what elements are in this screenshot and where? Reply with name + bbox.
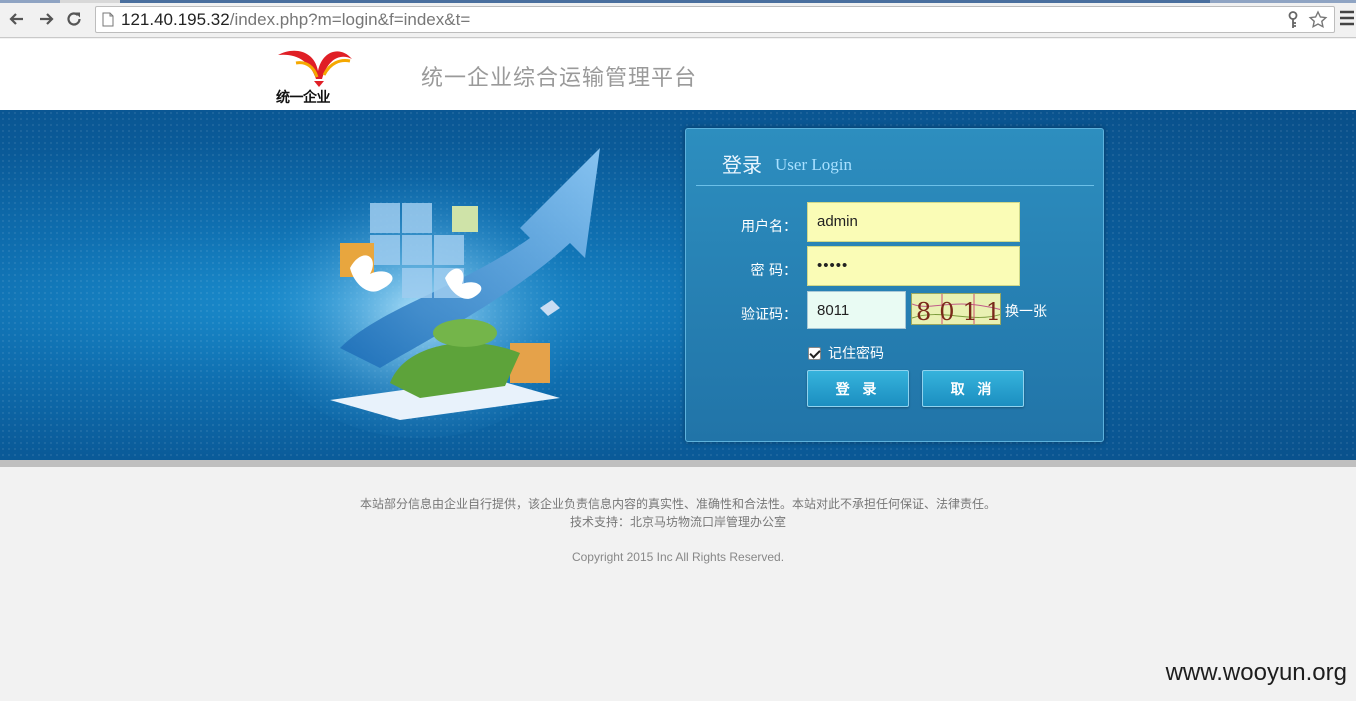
- back-arrow-icon: [9, 13, 23, 25]
- back-button[interactable]: [6, 8, 28, 30]
- url-path: /index.php?m=login&f=index&t=: [229, 10, 471, 29]
- login-divider: [696, 185, 1094, 186]
- login-button[interactable]: 登 录: [807, 370, 909, 407]
- key-icon[interactable]: [1286, 11, 1300, 29]
- username-label: 用户名：: [741, 219, 797, 235]
- banner-illustration: [250, 148, 600, 438]
- footer-disclaimer: 本站部分信息由企业自行提供，该企业负责信息内容的真实性、准确性和合法性。本站对此…: [359, 497, 996, 511]
- captcha-text: 8011: [916, 298, 1001, 325]
- captcha-label: 验证码：: [741, 307, 797, 323]
- forward-arrow-icon: [40, 13, 54, 25]
- bookmark-star-icon[interactable]: [1308, 10, 1328, 30]
- site-header: 统一企业 统一企业综合运输管理平台: [0, 39, 1356, 110]
- menu-icon[interactable]: [1340, 10, 1354, 26]
- login-subtitle: User Login: [775, 155, 852, 174]
- watermark: www.wooyun.org: [1165, 659, 1347, 686]
- username-input[interactable]: admin: [807, 202, 1020, 242]
- remember-checkbox[interactable]: [808, 346, 821, 360]
- refresh-captcha-link[interactable]: 换一张: [1005, 301, 1047, 321]
- banner-bottom-border: [0, 460, 1356, 467]
- site-footer: 本站部分信息由企业自行提供，该企业负责信息内容的真实性、准确性和合法性。本站对此…: [0, 467, 1356, 701]
- address-bar[interactable]: 121.40.195.32/index.php?m=login&f=index&…: [95, 6, 1335, 33]
- site-title: 统一企业综合运输管理平台: [421, 66, 698, 91]
- company-logo: 统一企业: [274, 45, 364, 106]
- forward-button[interactable]: [35, 8, 57, 30]
- remember-label: 记住密码: [828, 346, 884, 362]
- logo-emblem-icon: [278, 50, 352, 87]
- cancel-button[interactable]: 取 消: [922, 370, 1024, 407]
- footer-copyright: Copyright 2015 Inc All Rights Reserved.: [571, 550, 785, 564]
- footer-support: 技术支持：北京马坊物流口岸管理办公室: [569, 515, 786, 529]
- reload-icon: [67, 12, 81, 26]
- page-icon: [102, 12, 114, 27]
- reload-button[interactable]: [63, 8, 85, 30]
- captcha-input[interactable]: 8011: [807, 291, 906, 329]
- remember-password[interactable]: 记住密码: [808, 343, 884, 363]
- login-panel: 登录 User Login 用户名： admin 密 码： ••••• 验证码：…: [685, 128, 1104, 442]
- tab-strip: [0, 0, 1356, 3]
- captcha-graphic: 8011: [912, 294, 1001, 325]
- url-host: 121.40.195.32: [121, 10, 230, 29]
- browser-toolbar: 121.40.195.32/index.php?m=login&f=index&…: [0, 0, 1356, 38]
- url-text: 121.40.195.32/index.php?m=login&f=index&…: [121, 10, 470, 30]
- logo-text: 统一企业: [276, 90, 331, 106]
- password-input[interactable]: •••••: [807, 246, 1020, 286]
- password-label: 密 码：: [750, 263, 797, 279]
- login-title: 登录: [722, 153, 762, 177]
- login-banner: 登录 User Login 用户名： admin 密 码： ••••• 验证码：…: [0, 110, 1356, 460]
- captcha-image[interactable]: 8011: [911, 293, 1001, 325]
